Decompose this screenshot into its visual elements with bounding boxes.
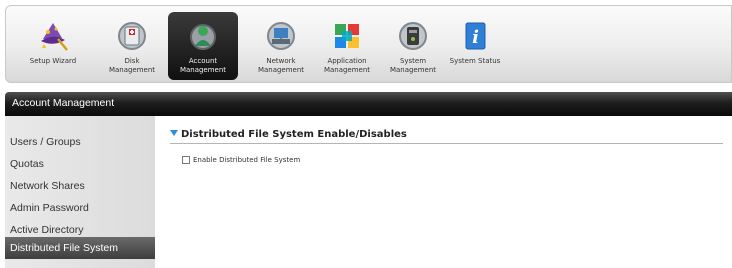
sidebar-item-distributed-file-system[interactable]: Distributed File System: [5, 237, 155, 259]
toolbar-account-management[interactable]: Account Management: [168, 12, 238, 80]
section-header: Account Management: [5, 92, 732, 116]
toolbar-system-management[interactable]: System Management: [378, 12, 448, 80]
toolbar-label: Network Management: [257, 57, 305, 74]
top-toolbar: Setup Wizard Disk Management Account Man…: [5, 5, 732, 83]
collapse-triangle-icon: [170, 130, 178, 136]
divider: [170, 143, 723, 144]
toolbar-setup-wizard[interactable]: Setup Wizard: [18, 12, 88, 80]
toolbar-label: Application Management: [323, 57, 371, 74]
network-icon: [264, 19, 298, 53]
toolbar-label: System Management: [389, 57, 437, 74]
svg-text:i: i: [472, 27, 479, 48]
disk-icon: [115, 19, 149, 53]
sidebar-item-network-shares[interactable]: Network Shares: [5, 175, 155, 197]
info-icon: i: [458, 19, 492, 53]
main-panel: Distributed File System Enable/Disables …: [160, 116, 732, 268]
enable-dfs-label[interactable]: Enable Distributed File System: [193, 156, 300, 164]
sidebar-item-users-groups[interactable]: Users / Groups: [5, 131, 155, 153]
toolbar-network-management[interactable]: Network Management: [246, 12, 316, 80]
section-heading[interactable]: Distributed File System Enable/Disables: [170, 129, 407, 140]
toolbar-label: System Status: [449, 57, 501, 65]
toolbar-label: Account Management: [179, 57, 227, 74]
enable-dfs-row: Enable Distributed File System: [182, 156, 300, 164]
section-title: Account Management: [12, 97, 115, 109]
sidebar-item-admin-password[interactable]: Admin Password: [5, 197, 155, 219]
application-icon: [330, 19, 364, 53]
section-heading-label: Distributed File System Enable/Disables: [181, 129, 407, 140]
system-icon: [396, 19, 430, 53]
sidebar-item-quotas[interactable]: Quotas: [5, 153, 155, 175]
sidebar: Users / Groups Quotas Network Shares Adm…: [5, 116, 155, 268]
toolbar-application-management[interactable]: Application Management: [312, 12, 382, 80]
toolbar-disk-management[interactable]: Disk Management: [97, 12, 167, 80]
account-icon: [186, 19, 220, 53]
enable-dfs-checkbox[interactable]: [182, 156, 190, 164]
wizard-icon: [36, 19, 70, 53]
toolbar-label: Setup Wizard: [29, 57, 77, 65]
toolbar-label: Disk Management: [108, 57, 156, 74]
toolbar-system-status[interactable]: i System Status: [440, 12, 510, 80]
